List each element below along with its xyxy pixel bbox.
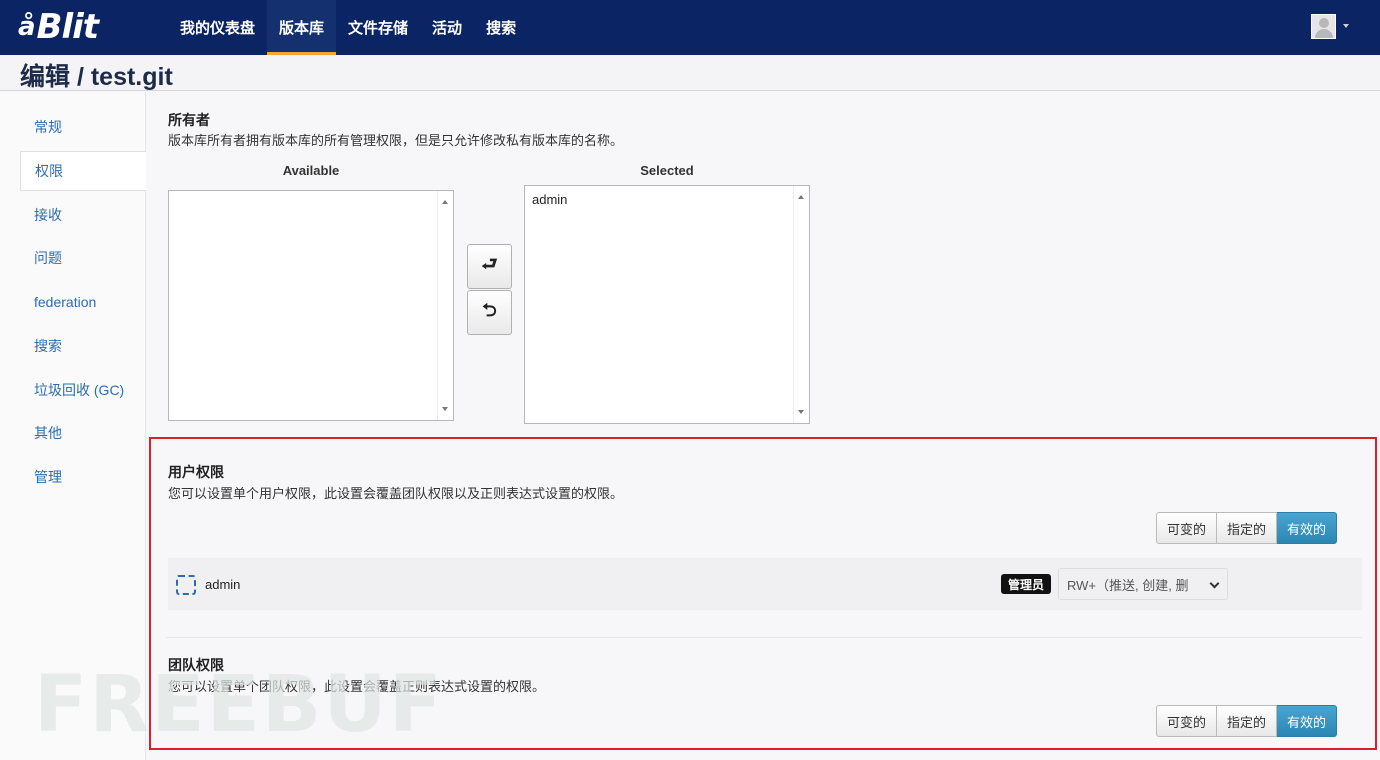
sidebar-item-federation[interactable]: federation — [20, 282, 146, 322]
selected-label: Selected — [640, 163, 694, 178]
scroll-down-icon[interactable] — [442, 407, 448, 411]
scroll-up-icon[interactable] — [442, 200, 448, 204]
owners-description: 版本库所有者拥有版本库的所有管理权限，但是只允许修改私有版本库的名称。 — [168, 133, 624, 148]
add-owner-button[interactable]: ⮐ — [467, 244, 512, 289]
user-permissions-title: 用户权限 — [168, 464, 224, 480]
selected-scrollbar[interactable] — [793, 186, 809, 423]
available-scrollbar[interactable] — [437, 191, 453, 420]
filter-specified-button[interactable]: 指定的 — [1217, 512, 1278, 544]
user-permission-filter: 可变的 指定的 有效的 — [1156, 512, 1338, 544]
sidebar-item-gc[interactable]: 垃圾回收 (GC) — [20, 370, 146, 410]
nav-item-filestore[interactable]: 文件存储 — [336, 0, 420, 55]
sidebar-item-permissions[interactable]: 权限 — [20, 151, 146, 191]
user-permissions-description: 您可以设置单个用户权限，此设置会覆盖团队权限以及正则表达式设置的权限。 — [168, 486, 624, 501]
avatar-body — [1315, 29, 1333, 38]
nav-item-repositories[interactable]: 版本库 — [267, 0, 337, 55]
filter-specified-button[interactable]: 指定的 — [1217, 705, 1278, 737]
brand-mark: å — [18, 12, 36, 42]
selected-listbox[interactable]: admin — [524, 185, 810, 424]
owners-title: 所有者 — [168, 112, 210, 128]
filter-mutable-button[interactable]: 可变的 — [1156, 512, 1218, 544]
team-permission-filter: 可变的 指定的 有效的 — [1156, 705, 1338, 737]
brand-name: Blit — [36, 7, 99, 47]
sidebar-item-administration[interactable]: 管理 — [20, 457, 146, 497]
sidebar-item-tickets[interactable]: 问题 — [20, 238, 146, 278]
page-title: 编辑 / test.git — [20, 63, 173, 91]
admin-badge: 管理员 — [1001, 574, 1051, 594]
permission-select[interactable]: RW+（推送, 创建, 删 — [1058, 568, 1228, 600]
selected-owner-option[interactable]: admin — [532, 192, 567, 207]
user-permission-row: admin 管理员 RW+（推送, 创建, 删 — [168, 558, 1362, 610]
top-navbar: å Blit 我的仪表盘 版本库 文件存储 活动 搜索 — [0, 0, 1380, 55]
sidebar-item-general[interactable]: 常规 — [20, 107, 146, 147]
nav-item-dashboard[interactable]: 我的仪表盘 — [168, 0, 267, 55]
section-divider — [166, 637, 1362, 638]
sidebar-item-misc[interactable]: 其他 — [20, 413, 146, 453]
sidebar-item-search[interactable]: 搜索 — [20, 326, 146, 366]
remove-owner-button[interactable]: ⮌ — [467, 290, 512, 335]
scroll-up-icon[interactable] — [798, 195, 804, 199]
user-icon — [176, 575, 196, 595]
available-label: Available — [282, 163, 340, 178]
brand-logo[interactable]: å Blit — [18, 6, 99, 48]
main-nav: 我的仪表盘 版本库 文件存储 活动 搜索 — [168, 0, 528, 55]
chevron-down-icon — [1209, 578, 1220, 589]
permission-user-name: admin — [205, 577, 241, 592]
filter-mutable-button[interactable]: 可变的 — [1156, 705, 1218, 737]
watermark: FREEBUF — [34, 660, 444, 750]
permission-select-value: RW+（推送, 创建, 删 — [1067, 577, 1189, 593]
scroll-down-icon[interactable] — [798, 410, 804, 414]
user-avatar-icon[interactable] — [1311, 14, 1336, 39]
caret-down-icon[interactable] — [1343, 24, 1349, 28]
available-listbox[interactable] — [168, 190, 454, 421]
avatar-head — [1319, 18, 1329, 28]
filter-effective-button[interactable]: 有效的 — [1277, 705, 1338, 737]
title-bar: 编辑 / test.git — [0, 55, 1380, 91]
sidebar-item-receive[interactable]: 接收 — [20, 195, 146, 235]
nav-item-activity[interactable]: 活动 — [420, 0, 474, 55]
filter-effective-button[interactable]: 有效的 — [1277, 512, 1338, 544]
nav-item-search[interactable]: 搜索 — [474, 0, 528, 55]
